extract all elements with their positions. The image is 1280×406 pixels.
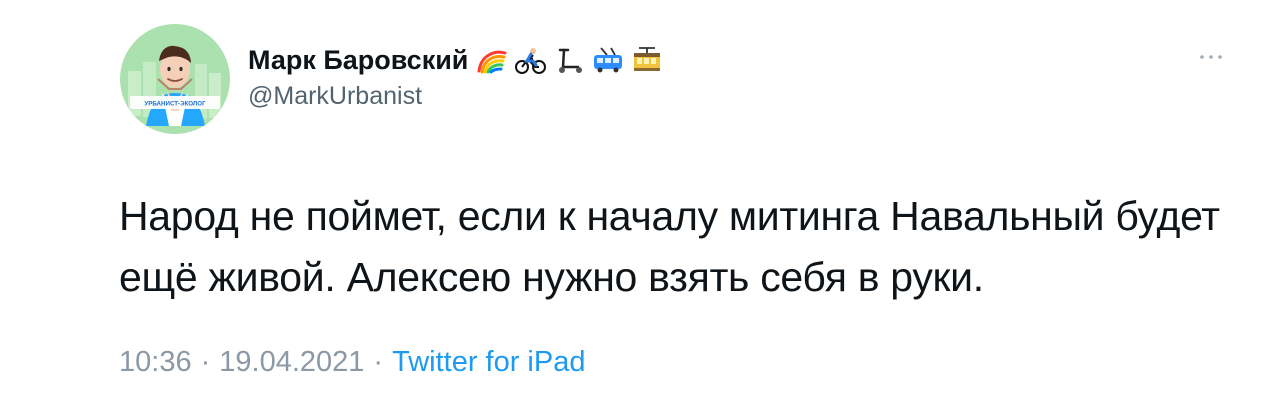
- person-biking-icon: [513, 45, 547, 75]
- tram-car-icon: [630, 45, 664, 75]
- tweet-text: Народ не поймет, если к началу митинга Н…: [119, 186, 1244, 308]
- avatar-badge-text: УРБАНИСТ-ЭКОЛОГ: [144, 101, 206, 108]
- more-options-button[interactable]: [1194, 45, 1228, 69]
- avatar-image: УРБАНИСТ-ЭКОЛОГ: [120, 24, 230, 134]
- tweet-metadata: 10:36 · 19.04.2021 · Twitter for iPad: [119, 345, 585, 379]
- tweet-header: Марк Баровский @MarkUrbanist: [248, 40, 968, 112]
- tweet-date[interactable]: 19.04.2021: [219, 345, 364, 379]
- tweet-text-line: ещё живой. Алексею нужно взять себя в ру…: [119, 254, 984, 300]
- rainbow-icon: [474, 45, 508, 75]
- kick-scooter-icon: [552, 45, 586, 75]
- metadata-separator: ·: [200, 346, 211, 378]
- metadata-separator: ·: [373, 346, 384, 378]
- display-name-row: Марк Баровский: [248, 40, 968, 80]
- tweet-time[interactable]: 10:36: [119, 345, 192, 379]
- more-horizontal-icon: [1200, 55, 1222, 59]
- author-display-name[interactable]: Марк Баровский: [248, 40, 468, 80]
- author-avatar[interactable]: УРБАНИСТ-ЭКОЛОГ: [120, 24, 230, 134]
- author-handle[interactable]: @MarkUrbanist: [248, 80, 968, 112]
- tweet-card: УРБАНИСТ-ЭКОЛОГ Марк Баровский @MarkUrba…: [0, 0, 1280, 406]
- tweet-text-line: Народ не поймет, если к началу митинга Н…: [119, 193, 1220, 239]
- trolleybus-icon: [591, 45, 625, 75]
- name-emojis: [474, 40, 664, 80]
- tweet-source-link[interactable]: Twitter for iPad: [392, 345, 585, 379]
